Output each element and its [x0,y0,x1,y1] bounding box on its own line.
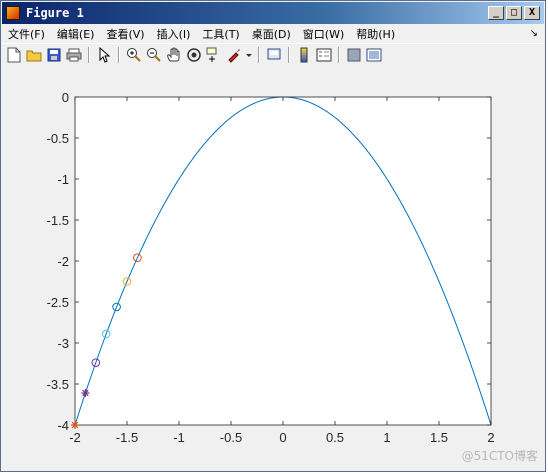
menu-overflow-icon[interactable]: ↘ [530,28,538,39]
x-tick-label: 2 [487,430,494,445]
open-folder-icon[interactable] [25,46,43,64]
figure-toolbar [2,43,544,67]
menu-tools[interactable]: 工具(T) [196,26,245,42]
new-file-icon[interactable] [5,46,23,64]
y-tick-label: -3 [57,336,69,351]
menu-insert[interactable]: 插入(I) [151,26,197,42]
minimize-button[interactable]: _ [488,6,504,20]
colorbar-icon[interactable] [295,46,313,64]
y-tick-label: -4 [57,418,69,433]
figure-window: Figure 1 _ □ X 文件(F) 编辑(E) 查看(V) 插入(I) 工… [0,0,546,472]
window-title: Figure 1 [26,6,84,20]
data-point-star [71,421,79,429]
close-button[interactable]: X [524,6,540,20]
x-tick-label: -1.5 [116,430,138,445]
x-tick-label: 1.5 [430,430,448,445]
toolbar-separator [288,47,290,63]
pan-hand-icon[interactable] [165,46,183,64]
zoom-out-icon[interactable] [145,46,163,64]
hide-plot-tools-icon[interactable] [345,46,363,64]
brush-icon[interactable] [225,46,243,64]
menu-desktop[interactable]: 桌面(D) [246,26,297,42]
x-tick-label: -1 [173,430,185,445]
menu-bar: 文件(F) 编辑(E) 查看(V) 插入(I) 工具(T) 桌面(D) 窗口(W… [2,24,544,43]
legend-icon[interactable] [315,46,333,64]
print-preview-icon[interactable] [265,46,283,64]
maximize-button[interactable]: □ [506,6,522,20]
rotate-3d-icon[interactable] [185,46,203,64]
figure-canvas: -2 -1.5 -1 -0.5 0 0.5 1 1.5 2 0 -0.5 -1 -1.5 -2 -2.5 -3… [2,66,544,470]
print-icon[interactable] [65,46,83,64]
y-tick-label: -3.5 [47,377,69,392]
toolbar-separator [118,47,120,63]
pointer-icon[interactable] [95,46,113,64]
matlab-icon [6,6,20,20]
data-cursor-icon[interactable] [205,46,223,64]
menu-file[interactable]: 文件(F) [2,26,51,42]
y-tick-label: -1 [57,172,69,187]
x-tick-label: 0.5 [326,430,344,445]
y-tick-label: -1.5 [47,213,69,228]
x-tick-label: 0 [279,430,286,445]
menu-edit[interactable]: 编辑(E) [51,26,101,42]
zoom-in-icon[interactable] [125,46,143,64]
save-icon[interactable] [45,46,63,64]
menu-help[interactable]: 帮助(H) [350,26,401,42]
show-plot-tools-icon[interactable] [365,46,383,64]
y-tick-label: -2 [57,254,69,269]
watermark: @51CTO博客 [461,449,538,463]
toolbar-separator [338,47,340,63]
y-tick-label: 0 [62,90,69,105]
line-plot[interactable]: -2 -1.5 -1 -0.5 0 0.5 1 1.5 2 0 -0.5 -1 -1.5 -2 -2.5 -3… [2,66,546,472]
menu-window[interactable]: 窗口(W) [297,26,350,42]
menu-view[interactable]: 查看(V) [100,26,150,42]
x-tick-label: -0.5 [220,430,242,445]
y-tick-label: -2.5 [47,295,69,310]
x-tick-label: -2 [69,430,81,445]
x-tick-label: 1 [383,430,390,445]
y-tick-label: -0.5 [47,131,69,146]
brush-dropdown-icon[interactable] [245,46,253,64]
toolbar-separator [258,47,260,63]
toolbar-separator [88,47,90,63]
axes-background [75,97,491,425]
title-bar[interactable]: Figure 1 _ □ X [2,2,544,24]
